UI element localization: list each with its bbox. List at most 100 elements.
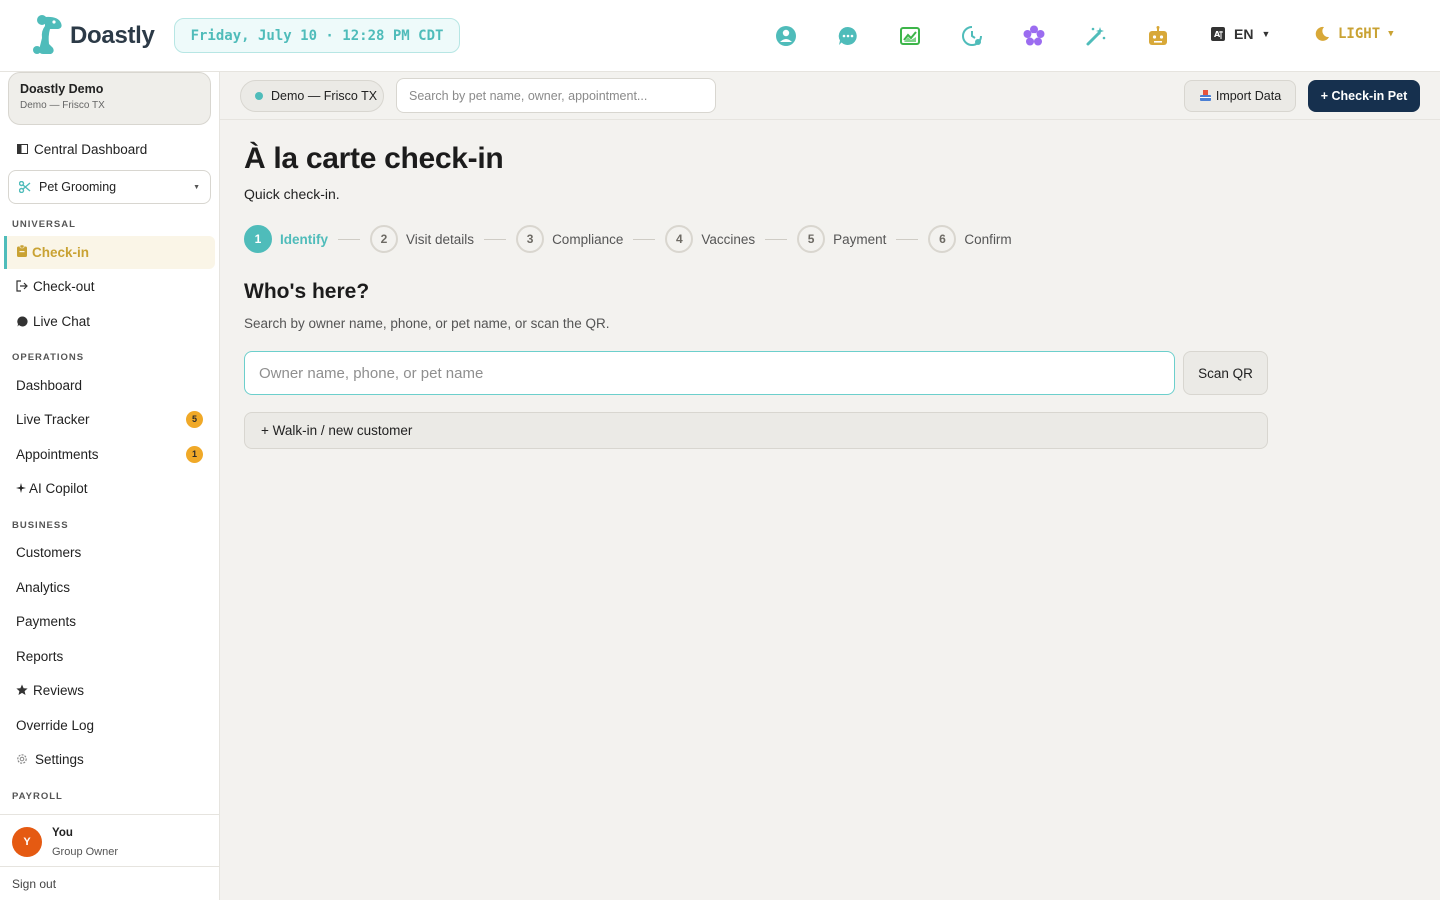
org-name: Doastly Demo [20,82,104,96]
import-data-label: Import Data [1215,89,1282,103]
sidebar-item-label: Live Chat [33,313,91,329]
gear-icon [16,753,28,765]
user-role: Group Owner [52,846,119,858]
theme-label: LIGHT [1338,26,1381,42]
sidebar-item-customers[interactable]: Customers [0,536,219,568]
sidebar-item-label: Settings [35,751,84,767]
status-dot-icon [255,92,263,100]
step-label: Compliance [552,231,624,247]
sidebar-item-label: Live Tracker [16,411,90,427]
section-description: Search by owner name, phone, or pet name… [244,316,610,331]
section-label-payroll: PAYROLL [12,791,63,802]
step-confirm[interactable]: 6 Confirm [928,225,1012,253]
step-divider [896,238,919,240]
chart-icon[interactable] [898,24,922,48]
language-label: EN [1234,26,1254,42]
chat-icon[interactable] [836,24,860,48]
step-number: 4 [665,225,694,253]
walk-in-new-customer-button[interactable]: + Walk-in / new customer [244,412,1268,449]
step-number: 6 [928,225,957,253]
sidebar-item-label: Reviews [33,682,85,698]
step-vaccines[interactable]: 4 Vaccines [665,225,755,253]
logout-icon [16,280,28,292]
top-bar: Doastly Friday, July 10 · 12:28 PM CDT A… [0,0,1440,72]
chevron-down-icon: ▼ [1261,29,1271,39]
sidebar-item-label: Reports [16,648,64,664]
section-label-operations: OPERATIONS [12,352,85,363]
global-search-input[interactable] [396,78,716,113]
sidebar-item-dashboard[interactable]: Dashboard [0,369,219,401]
clipboard-icon [17,244,27,260]
step-divider [633,238,656,240]
sidebar-item-settings[interactable]: Settings [0,743,219,775]
sidebar-item-payments[interactable]: Payments [0,605,219,637]
flower-icon[interactable] [1022,24,1046,48]
moon-icon [1315,26,1329,41]
chevron-down-icon: ▼ [1388,29,1394,39]
sidebar-item-check-out[interactable]: Check-out [0,270,219,302]
sidebar-item-label: Override Log [16,717,95,733]
dog-logo-icon [32,14,66,58]
sidebar-item-check-in[interactable]: Check-in [4,236,215,269]
user-profile[interactable]: Y You Group Owner [0,814,219,866]
sparkle-icon [16,482,26,494]
sidebar-item-label: Analytics [16,579,71,595]
step-number: 3 [516,225,545,253]
step-payment[interactable]: 5 Payment [797,225,886,253]
dashboard-icon [16,143,28,155]
step-identify[interactable]: 1 Identify [244,225,328,253]
sidebar: Doastly Demo Demo — Frisco TX Central Da… [0,72,220,900]
location-label: Demo — Frisco TX [271,89,378,103]
step-divider [765,238,788,240]
magic-wand-icon[interactable] [1084,24,1108,48]
service-selector[interactable]: Pet Grooming ▼ [8,170,211,204]
sidebar-item-override-log[interactable]: Override Log [0,709,219,741]
sidebar-item-reviews[interactable]: Reviews [0,674,219,706]
import-box-icon [1199,90,1211,101]
org-switcher[interactable]: Doastly Demo Demo — Frisco TX [8,72,211,125]
sidebar-item-label: Appointments [16,446,99,462]
location-selector[interactable]: Demo — Frisco TX [240,80,384,112]
step-number: 5 [797,225,826,253]
robot-icon[interactable] [1146,24,1170,48]
sidebar-item-analytics[interactable]: Analytics [0,571,219,603]
chat-bubble-icon [16,315,28,327]
step-divider [484,238,507,240]
clock-icon[interactable] [960,24,984,48]
sidebar-item-appointments[interactable]: Appointments 1 [0,438,219,470]
step-label: Identify [280,231,329,247]
step-label: Payment [833,231,887,247]
count-badge: 5 [186,410,203,428]
step-label: Visit details [406,231,475,247]
sidebar-item-label: Dashboard [16,377,83,393]
sidebar-item-label: Check-out [33,278,95,294]
datetime-display: Friday, July 10 · 12:28 PM CDT [174,18,460,53]
sidebar-item-live-tracker[interactable]: Live Tracker 5 [0,403,219,435]
step-divider [338,238,361,240]
step-compliance[interactable]: 3 Compliance [516,225,623,253]
scan-qr-button[interactable]: Scan QR [1183,351,1268,395]
sidebar-item-label: Payments [16,613,77,629]
customer-search-input[interactable] [244,351,1175,395]
language-selector[interactable]: A EN ▼ [1210,26,1270,42]
sidebar-item-live-chat[interactable]: Live Chat [0,305,219,337]
support-icon[interactable] [774,24,798,48]
scissors-icon [19,181,31,193]
theme-selector[interactable]: LIGHT ▼ [1314,26,1394,42]
star-icon [16,684,28,696]
org-location: Demo — Frisco TX [20,100,105,111]
check-in-pet-button[interactable]: + Check-in Pet [1308,80,1420,112]
import-data-button[interactable]: Import Data [1184,80,1296,112]
service-label: Pet Grooming [39,180,117,194]
sidebar-item-ai-copilot[interactable]: AI Copilot [0,472,219,504]
section-title: Who's here? [244,280,370,303]
sign-out-link[interactable]: Sign out [0,866,219,900]
sidebar-item-reports[interactable]: Reports [0,640,219,672]
sidebar-item-central-dashboard[interactable]: Central Dashboard [0,133,219,165]
step-visit-details[interactable]: 2 Visit details [370,225,474,253]
brand-logo[interactable]: Doastly [32,14,155,58]
avatar: Y [12,827,42,857]
step-label: Confirm [964,231,1012,247]
chevron-down-icon: ▼ [193,183,200,191]
page-title: À la carte check-in [244,142,504,175]
